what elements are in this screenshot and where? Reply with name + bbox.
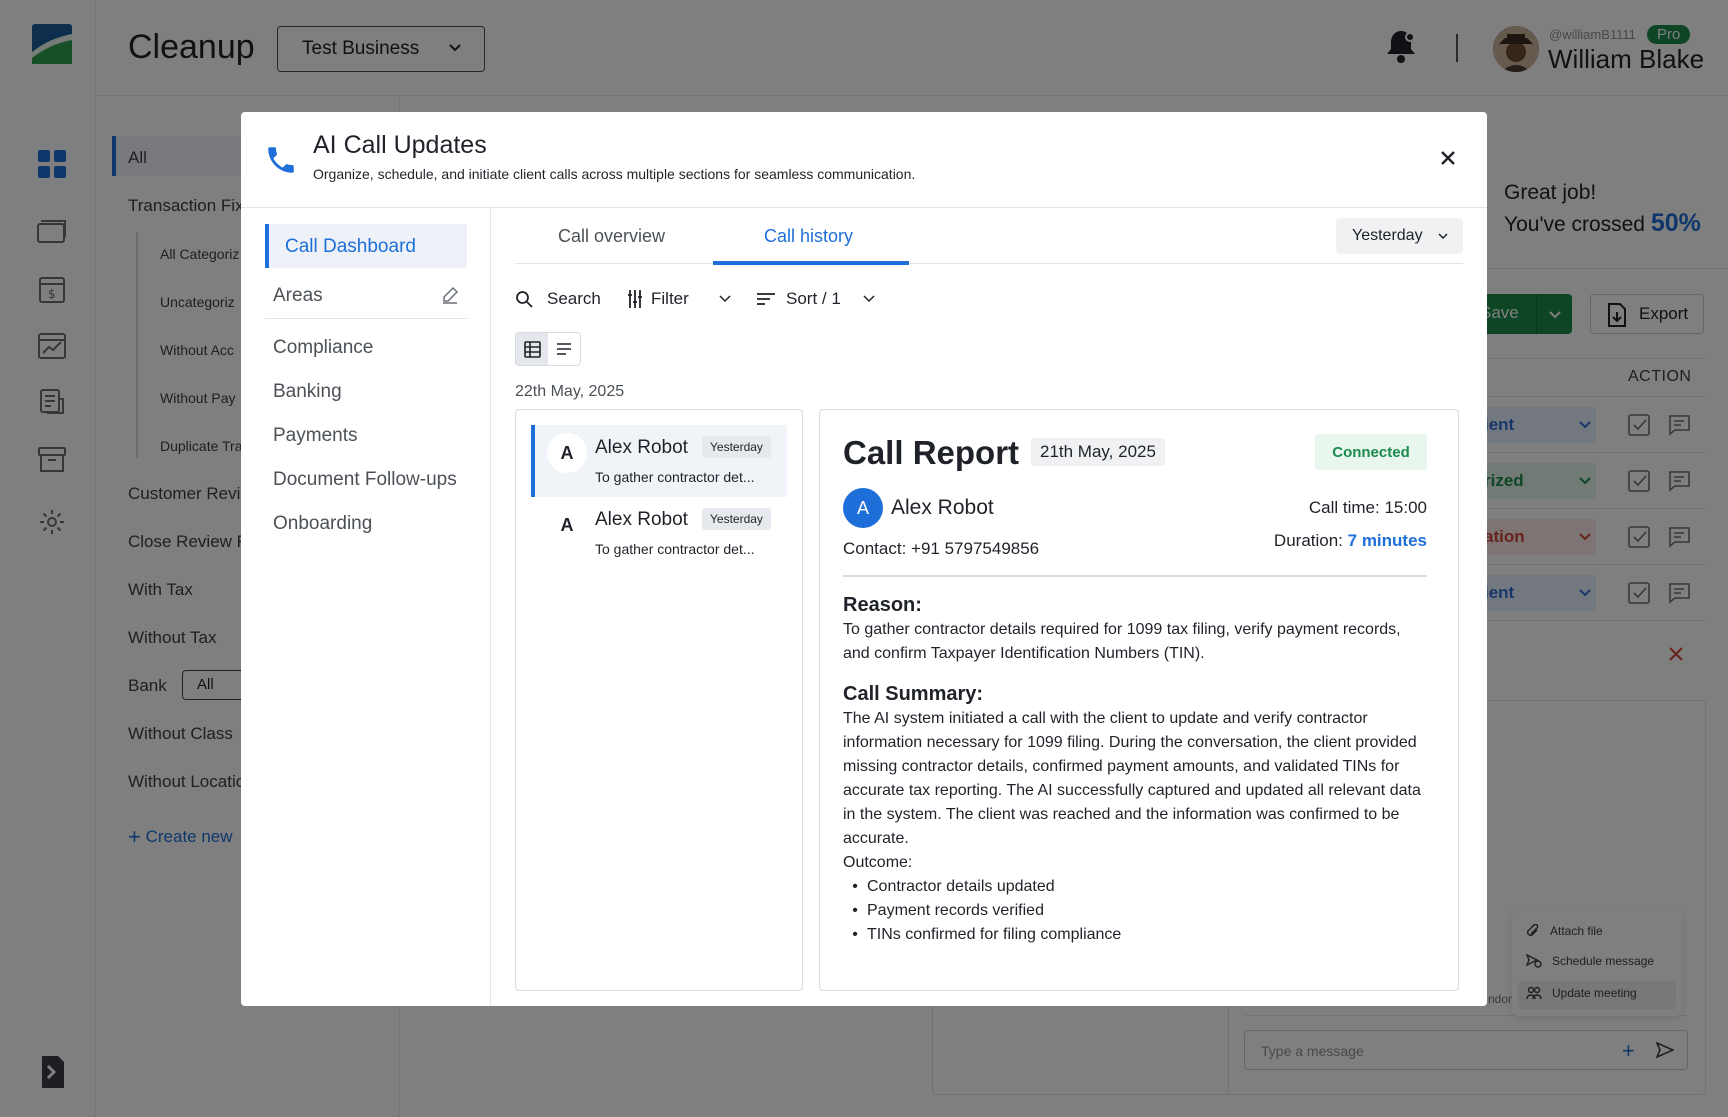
report-avatar: A [843, 488, 883, 528]
call-report-title: Call Report [843, 434, 1020, 471]
search-icon [515, 290, 533, 308]
outcome-item: Contractor details updated [843, 875, 1121, 899]
reason-heading: Reason: [843, 594, 922, 616]
call-report-date: 21th May, 2025 [1031, 438, 1165, 466]
duration-value: 7 minutes [1347, 531, 1427, 550]
filter-sliders-icon [627, 289, 643, 309]
filter-button[interactable]: Filter [627, 289, 731, 309]
duration-label: Duration: [1273, 531, 1343, 550]
search-button[interactable]: Search [515, 289, 601, 309]
call-description: To gather contractor det... [595, 541, 755, 557]
report-call-time: Call time: 15:00 [1308, 498, 1427, 517]
call-list-date: 22th May, 2025 [515, 383, 625, 400]
report-divider [843, 575, 1427, 577]
list-view-icon[interactable] [556, 342, 572, 356]
nav-call-dashboard[interactable]: Call Dashboard [265, 224, 467, 268]
sort-button[interactable]: Sort / 1 [756, 289, 875, 309]
report-contact-number: Contact: +91 5797549856 [843, 539, 1040, 558]
nav-document-follow-ups[interactable]: Document Follow-ups [273, 469, 457, 491]
edit-pencil-icon[interactable] [441, 286, 459, 304]
report-duration: Duration: 7 minutes [1200, 531, 1427, 551]
tab-call-history[interactable]: Call history [764, 226, 853, 247]
chevron-down-icon [863, 295, 875, 303]
nav-onboarding[interactable]: Onboarding [273, 513, 372, 535]
modal-title: AI Call Updates [313, 131, 487, 159]
reason-text: To gather contractor details required fo… [843, 621, 1401, 662]
outcome-list: Contractor details updated Payment recor… [843, 875, 1121, 947]
table-view-icon[interactable] [524, 341, 541, 358]
call-description: To gather contractor det... [595, 469, 755, 485]
outcome-label: Outcome: [843, 854, 913, 871]
nav-payments[interactable]: Payments [273, 425, 357, 447]
call-avatar: A [547, 433, 587, 473]
call-avatar: A [547, 505, 587, 545]
outcome-item: Payment records verified [843, 899, 1121, 923]
chevron-down-icon [1438, 233, 1448, 240]
nav-divider [265, 318, 467, 319]
sort-label: Sort / 1 [786, 289, 841, 308]
date-filter-select[interactable]: Yesterday [1336, 218, 1463, 254]
active-tab-underline [713, 261, 909, 265]
modal-subtitle: Organize, schedule, and initiate client … [313, 166, 916, 182]
chevron-down-icon [719, 295, 731, 303]
date-filter-value: Yesterday [1352, 227, 1423, 244]
call-time-badge: Yesterday [702, 436, 771, 458]
modal-close-icon[interactable] [1440, 150, 1456, 166]
call-contact-name: Alex Robot [595, 509, 688, 530]
view-switcher [515, 332, 581, 366]
tabs-baseline [515, 263, 1463, 264]
summary-text: The AI system initiated a call with the … [843, 710, 1421, 847]
tab-call-overview[interactable]: Call overview [558, 226, 665, 247]
report-contact-name: Alex Robot [891, 496, 994, 519]
outcome-item: TINs confirmed for filing compliance [843, 923, 1121, 947]
modal-header-divider [241, 207, 1487, 208]
call-time-badge: Yesterday [702, 508, 771, 530]
nav-banking[interactable]: Banking [273, 381, 342, 403]
nav-compliance[interactable]: Compliance [273, 337, 373, 359]
modal-nav-divider [490, 208, 491, 1006]
status-badge: Connected [1315, 434, 1427, 470]
filter-label: Filter [651, 289, 689, 308]
phone-icon [264, 143, 298, 177]
search-label: Search [547, 289, 601, 308]
call-contact-name: Alex Robot [595, 437, 688, 458]
nav-areas[interactable]: Areas [273, 285, 323, 307]
sort-lines-icon [756, 292, 776, 306]
summary-heading: Call Summary: [843, 683, 984, 705]
